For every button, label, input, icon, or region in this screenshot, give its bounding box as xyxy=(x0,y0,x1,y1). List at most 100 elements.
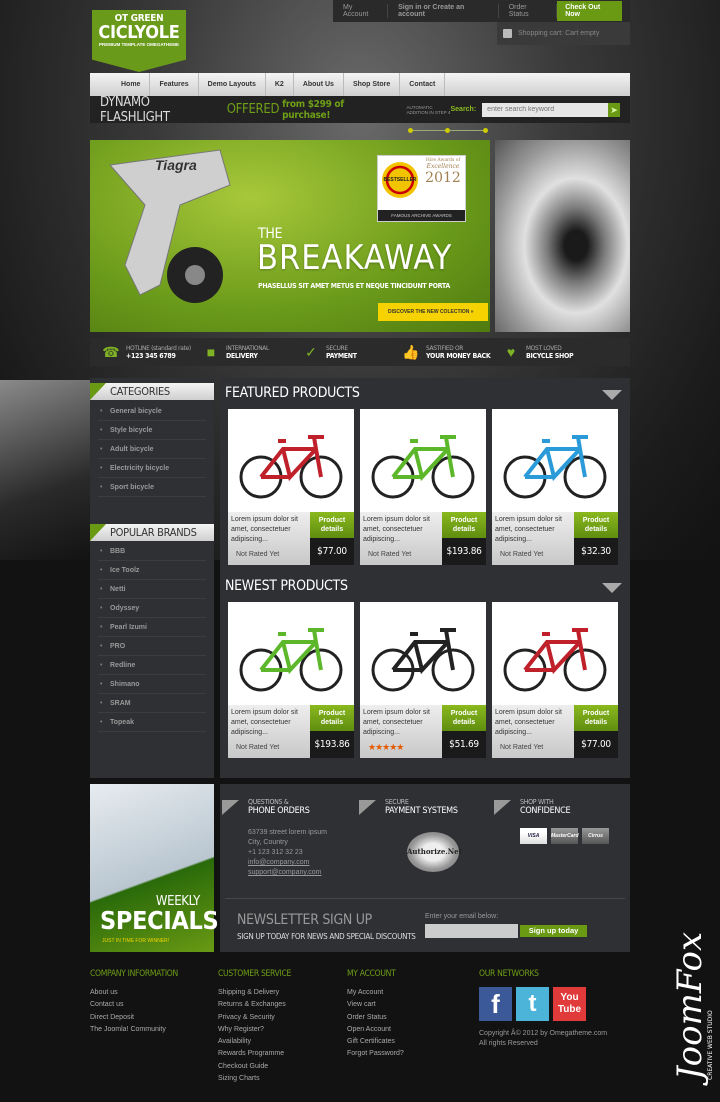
footer-link[interactable]: Why Register? xyxy=(218,1024,291,1036)
footer-link[interactable]: The Joomla! Community xyxy=(90,1024,178,1036)
sidebar-brand-item[interactable]: Redline xyxy=(98,656,206,675)
footer-link[interactable]: Forgot Password? xyxy=(347,1048,404,1060)
product-details-button[interactable]: Product details xyxy=(442,705,486,731)
helmet-image[interactable] xyxy=(495,140,630,332)
order-status-link[interactable]: Order Status xyxy=(499,4,558,18)
slider-dot[interactable] xyxy=(408,128,413,133)
product-details-button[interactable]: Product details xyxy=(574,512,618,538)
footer-link[interactable]: Privacy & Security xyxy=(218,1012,291,1024)
tiagra-label: Tiagra xyxy=(155,157,197,173)
product-info: Lorem ipsum dolor sit amet, consectetuer… xyxy=(360,512,442,565)
footer-link[interactable]: Shipping & Delivery xyxy=(218,987,291,999)
star-rating: ★★★★★ xyxy=(368,742,404,752)
footer-link[interactable]: Gift Certificates xyxy=(347,1036,404,1048)
footer-link[interactable]: Open Account xyxy=(347,1024,404,1036)
bicycle-image xyxy=(239,435,343,499)
sidebar-brand-item[interactable]: Topeak xyxy=(98,713,206,732)
product-details-button[interactable]: Product details xyxy=(310,705,354,731)
support-email-link[interactable]: support@company.com xyxy=(248,868,327,878)
search-input[interactable] xyxy=(482,102,609,117)
product-details-button[interactable]: Product details xyxy=(442,512,486,538)
discover-collection-button[interactable]: DISCOVER THE NEW COLECTION » xyxy=(378,303,488,321)
my-account-link[interactable]: My Account xyxy=(333,4,389,18)
sidebar: CATEGORIES General bicycleStyle bicycleA… xyxy=(90,378,214,778)
nav-about-us[interactable]: About Us xyxy=(294,73,344,96)
footer-link[interactable]: My Account xyxy=(347,987,404,999)
nav-shop-store[interactable]: Shop Store xyxy=(344,73,401,96)
or-text: or xyxy=(423,4,431,11)
product-image[interactable] xyxy=(492,602,618,705)
youtube-icon[interactable]: You Tube xyxy=(553,987,586,1021)
sidebar-category-item[interactable]: Adult bicycle xyxy=(98,440,206,459)
twitter-icon[interactable]: t xyxy=(516,987,549,1021)
site-logo[interactable]: OT GREEN CICLYOLE PREMIUM TEMPLATE OMEGA… xyxy=(92,10,186,72)
product-info: Lorem ipsum dolor sit amet, consectetuer… xyxy=(228,705,310,758)
newsletter-email-input[interactable] xyxy=(425,924,518,938)
nav-contact[interactable]: Contact xyxy=(400,73,446,96)
sidebar-category-item[interactable]: Style bicycle xyxy=(98,421,206,440)
background-photo-left xyxy=(0,380,95,560)
cart-bag-icon xyxy=(503,29,512,38)
sidebar-brand-item[interactable]: SRAM xyxy=(98,694,206,713)
nav-demo-layouts[interactable]: Demo Layouts xyxy=(199,73,266,96)
signup-button[interactable]: Sign up today xyxy=(520,925,587,937)
sidebar-brand-item[interactable]: PRO xyxy=(98,637,206,656)
sidebar-brand-item[interactable]: Ice Toolz xyxy=(98,561,206,580)
sidebar-brand-item[interactable]: Odyssey xyxy=(98,599,206,618)
checkout-button[interactable]: Check Out Now xyxy=(557,1,622,21)
sidebar-category-item[interactable]: General bicycle xyxy=(98,402,206,421)
product-image[interactable] xyxy=(492,409,618,512)
footer-link[interactable]: View cart xyxy=(347,999,404,1011)
info-email-link[interactable]: info@company.com xyxy=(248,858,327,868)
footer-heading: COMPANY INFORMATION xyxy=(90,969,178,979)
facebook-icon[interactable]: f xyxy=(479,987,512,1021)
collapse-triangle-icon[interactable] xyxy=(602,583,622,593)
product-details-button[interactable]: Product details xyxy=(310,512,354,538)
product-image[interactable] xyxy=(360,602,486,705)
footer-link[interactable]: About us xyxy=(90,987,178,999)
sign-in-link[interactable]: Sign in xyxy=(398,4,421,11)
footer-link[interactable]: Direct Deposit xyxy=(90,1012,178,1024)
slider-dot-active[interactable] xyxy=(445,128,450,133)
product-image[interactable] xyxy=(360,409,486,512)
sidebar-brand-item[interactable]: Shimano xyxy=(98,675,206,694)
footer-link[interactable]: Rewards Programme xyxy=(218,1048,291,1060)
product-info: Lorem ipsum dolor sit amet, consectetuer… xyxy=(228,512,310,565)
sidebar-brand-item[interactable]: Netti xyxy=(98,580,206,599)
product-image[interactable] xyxy=(228,602,354,705)
footer-link[interactable]: Contact us xyxy=(90,999,178,1011)
slider-dot[interactable] xyxy=(483,128,488,133)
search-go-icon[interactable]: ➤ xyxy=(608,102,621,117)
categories-heading: CATEGORIES xyxy=(90,383,214,400)
sidebar-category-item[interactable]: Sport bicycle xyxy=(98,478,206,497)
footer-link[interactable]: Availability xyxy=(218,1036,291,1048)
footer-link[interactable]: Checkout Guide xyxy=(218,1061,291,1073)
nav-features[interactable]: Features xyxy=(150,73,199,96)
footer-link[interactable]: Sizing Charts xyxy=(218,1073,291,1085)
product-details-button[interactable]: Product details xyxy=(574,705,618,731)
double-chevron-icon: » xyxy=(470,309,474,315)
award-caption: FAMOUS ARCHIVE AWARDS xyxy=(378,210,465,221)
nav-k2[interactable]: K2 xyxy=(266,73,294,96)
authorize-net-seal[interactable]: Authorize.Net xyxy=(407,832,462,872)
discover-label: DISCOVER THE NEW COLECTION xyxy=(388,309,470,315)
collapse-triangle-icon[interactable] xyxy=(602,390,622,400)
weekly-specials-banner[interactable]: WEEKLY SPECIALS JUST IN TIME FOR WINNER! xyxy=(90,784,219,952)
sidebar-brand-item[interactable]: BBB xyxy=(98,542,206,561)
nav-home[interactable]: Home xyxy=(112,73,151,96)
shopping-cart[interactable]: Shopping cart: Cart empty xyxy=(497,22,630,45)
feature-value: BICYCLE SHOP xyxy=(526,352,574,360)
product-card: Lorem ipsum dolor sit amet, consectetuer… xyxy=(492,409,618,565)
sidebar-category-item[interactable]: Electricity bicycle xyxy=(98,459,206,478)
col-label: SHOP WITH xyxy=(520,798,554,806)
promo-product: DYNAMO FLASHLIGHT xyxy=(100,94,170,125)
col-label: QUESTIONS & xyxy=(248,798,289,806)
footer-link[interactable]: Returns & Exchanges xyxy=(218,999,291,1011)
sidebar-brand-item[interactable]: Pearl Izumi xyxy=(98,618,206,637)
social-links: f t You Tube xyxy=(479,987,607,1021)
footer-link[interactable]: Order Status xyxy=(347,1012,404,1024)
product-image[interactable] xyxy=(228,409,354,512)
slider-pager[interactable] xyxy=(408,128,488,134)
feature-payment: ✓ SECURE PAYMENT xyxy=(302,343,402,361)
contact-address: 63739 street lorem ipsum City, Country +… xyxy=(248,828,327,878)
